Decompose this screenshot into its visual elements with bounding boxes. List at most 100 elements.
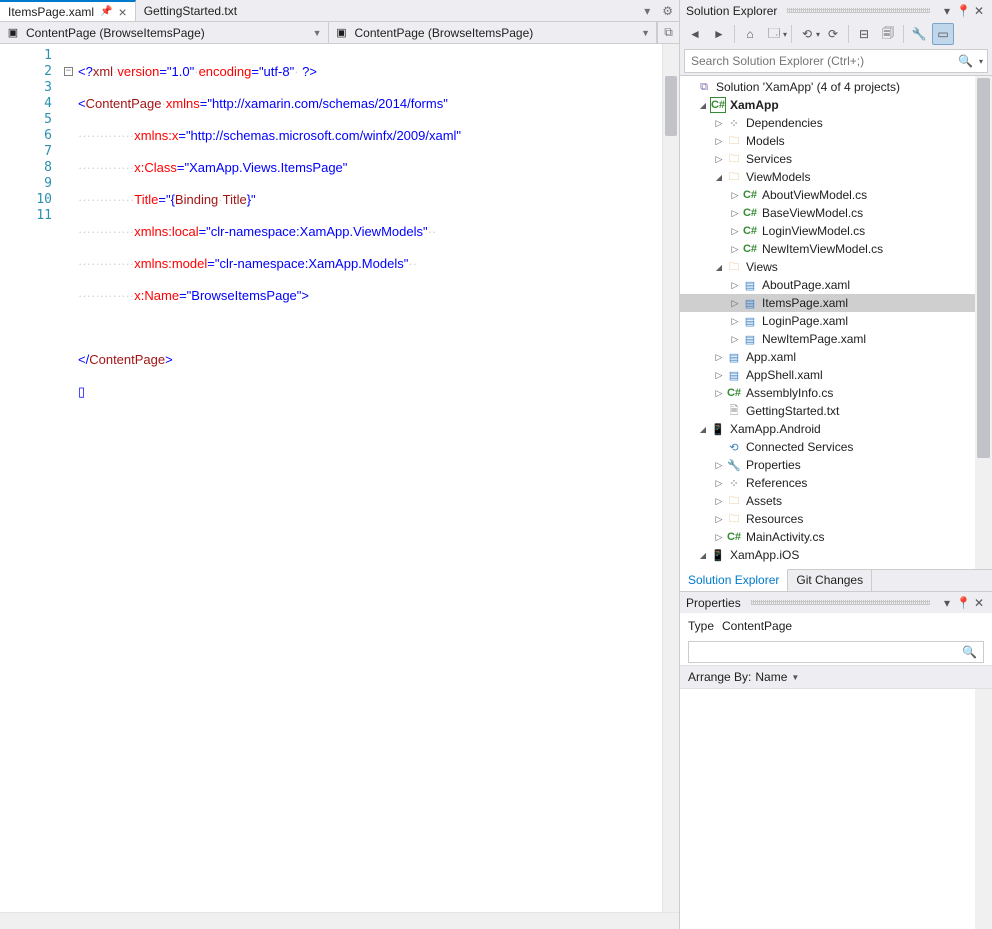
expand-icon[interactable] bbox=[696, 100, 710, 111]
arrange-by-row[interactable]: Arrange By: Name ▼ bbox=[680, 665, 992, 689]
properties-icon[interactable]: 🔧 bbox=[908, 23, 930, 45]
navigation-bar: ▣ ContentPage (BrowseItemsPage) ▼ ▣ Cont… bbox=[0, 22, 679, 44]
project-node-ios[interactable]: 📱XamApp.iOS bbox=[680, 546, 992, 564]
tree-scrollbar[interactable] bbox=[975, 76, 992, 569]
tree-node-loginpage[interactable]: ▤LoginPage.xaml bbox=[680, 312, 992, 330]
expand-icon[interactable] bbox=[712, 370, 726, 381]
forward-icon[interactable]: ► bbox=[708, 23, 730, 45]
tree-node-properties[interactable]: 🔧Properties bbox=[680, 456, 992, 474]
tree-node-references[interactable]: ⁘References bbox=[680, 474, 992, 492]
expand-icon[interactable] bbox=[712, 478, 726, 489]
close-icon[interactable]: ✕ bbox=[972, 596, 986, 610]
properties-grid[interactable] bbox=[680, 689, 992, 929]
folder-icon: 🗀 bbox=[726, 169, 742, 185]
tab-dropdown-icon[interactable]: ▾ bbox=[638, 0, 656, 21]
tree-node-aboutvm[interactable]: C#AboutViewModel.cs bbox=[680, 186, 992, 204]
split-icon[interactable]: ⧉ bbox=[657, 22, 679, 43]
tree-node-app[interactable]: ▤App.xaml bbox=[680, 348, 992, 366]
expand-icon[interactable] bbox=[712, 514, 726, 525]
expand-icon[interactable] bbox=[728, 190, 742, 201]
expand-icon[interactable] bbox=[712, 496, 726, 507]
expand-icon[interactable] bbox=[712, 388, 726, 399]
tree-node-assets[interactable]: 🗀Assets bbox=[680, 492, 992, 510]
window-menu-icon[interactable]: ▾ bbox=[940, 596, 954, 610]
refresh-icon[interactable]: ⟳ bbox=[822, 23, 844, 45]
tree-node-resources[interactable]: 🗀Resources bbox=[680, 510, 992, 528]
properties-scrollbar[interactable] bbox=[975, 689, 992, 929]
window-menu-icon[interactable]: ▾ bbox=[940, 4, 954, 18]
chevron-down-icon: ▼ bbox=[641, 28, 650, 38]
expand-icon[interactable] bbox=[696, 424, 710, 435]
expand-icon[interactable] bbox=[728, 298, 742, 309]
tree-node-models[interactable]: 🗀Models bbox=[680, 132, 992, 150]
preview-icon[interactable]: ▭ bbox=[932, 23, 954, 45]
expand-icon[interactable] bbox=[712, 460, 726, 471]
horizontal-scrollbar[interactable] bbox=[0, 912, 679, 929]
gear-icon[interactable]: ⚙ bbox=[656, 0, 679, 21]
fold-toggle[interactable]: − bbox=[64, 67, 73, 76]
tab-gettingstarted[interactable]: GettingStarted.txt bbox=[136, 0, 246, 21]
tree-node-mainactivity[interactable]: C#MainActivity.cs bbox=[680, 528, 992, 546]
expand-icon[interactable] bbox=[728, 208, 742, 219]
pin-icon[interactable]: 📍 bbox=[956, 4, 970, 18]
pin-icon[interactable]: 📌 bbox=[100, 6, 112, 17]
pin-icon[interactable]: 📍 bbox=[956, 596, 970, 610]
project-node-xamapp[interactable]: C#XamApp bbox=[680, 96, 992, 114]
collapse-icon[interactable]: ⊟ bbox=[853, 23, 875, 45]
expand-icon[interactable] bbox=[712, 172, 726, 183]
tree-node-newitemvm[interactable]: C#NewItemViewModel.cs bbox=[680, 240, 992, 258]
properties-search-input[interactable] bbox=[689, 645, 956, 660]
tab-solution-explorer[interactable]: Solution Explorer bbox=[680, 569, 788, 591]
tree-node-connserv[interactable]: ⟲Connected Services bbox=[680, 438, 992, 456]
tree-node-gettingstarted[interactable]: 🗎GettingStarted.txt bbox=[680, 402, 992, 420]
tree-node-aboutpage[interactable]: ▤AboutPage.xaml bbox=[680, 276, 992, 294]
tree-node-loginvm[interactable]: C#LoginViewModel.cs bbox=[680, 222, 992, 240]
tree-node-viewmodels[interactable]: 🗀ViewModels bbox=[680, 168, 992, 186]
expand-icon[interactable] bbox=[712, 352, 726, 363]
search-input[interactable] bbox=[685, 54, 952, 68]
tree-node-services[interactable]: 🗀Services bbox=[680, 150, 992, 168]
solution-node[interactable]: ⧉Solution 'XamApp' (4 of 4 projects) bbox=[680, 78, 992, 96]
code-text[interactable]: <?xml·version="1.0"·encoding="utf-8"· ?>… bbox=[78, 44, 662, 912]
code-editor[interactable]: 1 2 3 4 5 6 7 8 9 10 11 − <?xml·version=… bbox=[0, 44, 679, 912]
show-all-icon[interactable]: 🗐 bbox=[877, 23, 899, 45]
tree-node-appshell[interactable]: ▤AppShell.xaml bbox=[680, 366, 992, 384]
back-icon[interactable]: ◄ bbox=[684, 23, 706, 45]
tree-node-assemblyinfo[interactable]: C#AssemblyInfo.cs bbox=[680, 384, 992, 402]
vertical-scrollbar[interactable] bbox=[662, 44, 679, 912]
properties-search[interactable]: 🔍 bbox=[688, 641, 984, 663]
close-icon[interactable]: ✕ bbox=[972, 4, 986, 18]
solution-explorer-search[interactable]: 🔍▾ bbox=[684, 49, 988, 73]
tab-itemspage[interactable]: ItemsPage.xaml 📌 × bbox=[0, 0, 136, 21]
sync-icon[interactable]: ⟲ bbox=[796, 23, 818, 45]
expand-icon[interactable] bbox=[712, 532, 726, 543]
home-icon[interactable]: ⌂ bbox=[739, 23, 761, 45]
expand-icon[interactable] bbox=[728, 280, 742, 291]
switch-views-icon[interactable]: 🗔 bbox=[763, 23, 785, 45]
solution-explorer-tabs: Solution Explorer Git Changes bbox=[680, 569, 992, 591]
close-icon[interactable]: × bbox=[119, 5, 127, 19]
expand-icon[interactable] bbox=[696, 550, 710, 561]
expand-icon[interactable] bbox=[728, 226, 742, 237]
project-node-android[interactable]: 📱XamApp.Android bbox=[680, 420, 992, 438]
type-dropdown[interactable]: ▣ ContentPage (BrowseItemsPage) ▼ bbox=[0, 22, 329, 43]
tab-git-changes[interactable]: Git Changes bbox=[788, 570, 872, 591]
expand-icon[interactable] bbox=[728, 244, 742, 255]
expand-icon[interactable] bbox=[728, 316, 742, 327]
search-icon[interactable]: 🔍 bbox=[952, 54, 979, 68]
expand-icon[interactable] bbox=[728, 334, 742, 345]
tree-node-basevm[interactable]: C#BaseViewModel.cs bbox=[680, 204, 992, 222]
member-dropdown[interactable]: ▣ ContentPage (BrowseItemsPage) ▼ bbox=[329, 22, 658, 43]
tree-node-newitempage[interactable]: ▤NewItemPage.xaml bbox=[680, 330, 992, 348]
expand-icon[interactable] bbox=[712, 118, 726, 129]
expand-icon[interactable] bbox=[712, 262, 726, 273]
document-tab-bar: ItemsPage.xaml 📌 × GettingStarted.txt ▾ … bbox=[0, 0, 679, 22]
search-icon[interactable]: 🔍 bbox=[956, 645, 983, 659]
xaml-icon: ▤ bbox=[726, 349, 742, 365]
tree-node-itemspage[interactable]: ▤ItemsPage.xaml bbox=[680, 294, 992, 312]
tree-node-dependencies[interactable]: ⁘Dependencies bbox=[680, 114, 992, 132]
expand-icon[interactable] bbox=[712, 136, 726, 147]
solution-tree[interactable]: ⧉Solution 'XamApp' (4 of 4 projects) C#X… bbox=[680, 75, 992, 569]
expand-icon[interactable] bbox=[712, 154, 726, 165]
tree-node-views[interactable]: 🗀Views bbox=[680, 258, 992, 276]
